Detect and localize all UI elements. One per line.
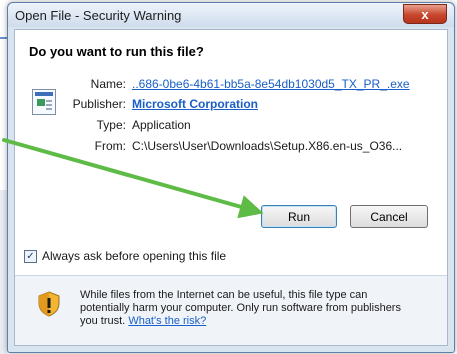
always-ask-checkbox[interactable]: ✓ [24, 250, 37, 263]
type-row: Type: Application [15, 118, 447, 134]
from-label: From: [94, 139, 126, 153]
always-ask-label: Always ask before opening this file [42, 249, 227, 263]
cancel-button[interactable]: Cancel [350, 205, 428, 228]
publisher-link[interactable]: Microsoft Corporation [132, 97, 258, 111]
security-warning-dialog: Open File - Security Warning x Do you wa… [7, 2, 455, 353]
from-value: C:\Users\User\Downloads\Setup.X86.en-us_… [132, 139, 403, 153]
close-button[interactable]: x [403, 4, 447, 24]
title-bar: Open File - Security Warning x [8, 3, 454, 27]
name-label: Name: [90, 77, 126, 91]
from-row: From: C:\Users\User\Downloads\Setup.X86.… [15, 139, 447, 155]
publisher-row: Publisher: Microsoft Corporation [15, 97, 447, 113]
run-button[interactable]: Run [261, 205, 337, 228]
warning-message: While files from the Internet can be use… [80, 289, 410, 328]
risk-link[interactable]: What's the risk? [128, 315, 206, 327]
background-strip [0, 190, 7, 354]
dialog-content: Do you want to run this file? Name: ..68… [14, 29, 448, 346]
dialog-question: Do you want to run this file? [29, 44, 204, 59]
type-value: Application [132, 118, 191, 132]
close-icon: x [421, 6, 429, 22]
window-title: Open File - Security Warning [15, 8, 182, 23]
file-name-link[interactable]: ..686-0be6-4b61-bb5a-8e54db1030d5_TX_PR_… [132, 77, 410, 91]
warning-area: While files from the Internet can be use… [15, 276, 447, 345]
type-label: Type: [96, 118, 126, 132]
name-row: Name: ..686-0be6-4b61-bb5a-8e54db1030d5_… [15, 77, 447, 93]
publisher-label: Publisher: [72, 97, 126, 111]
security-shield-icon [38, 291, 60, 317]
